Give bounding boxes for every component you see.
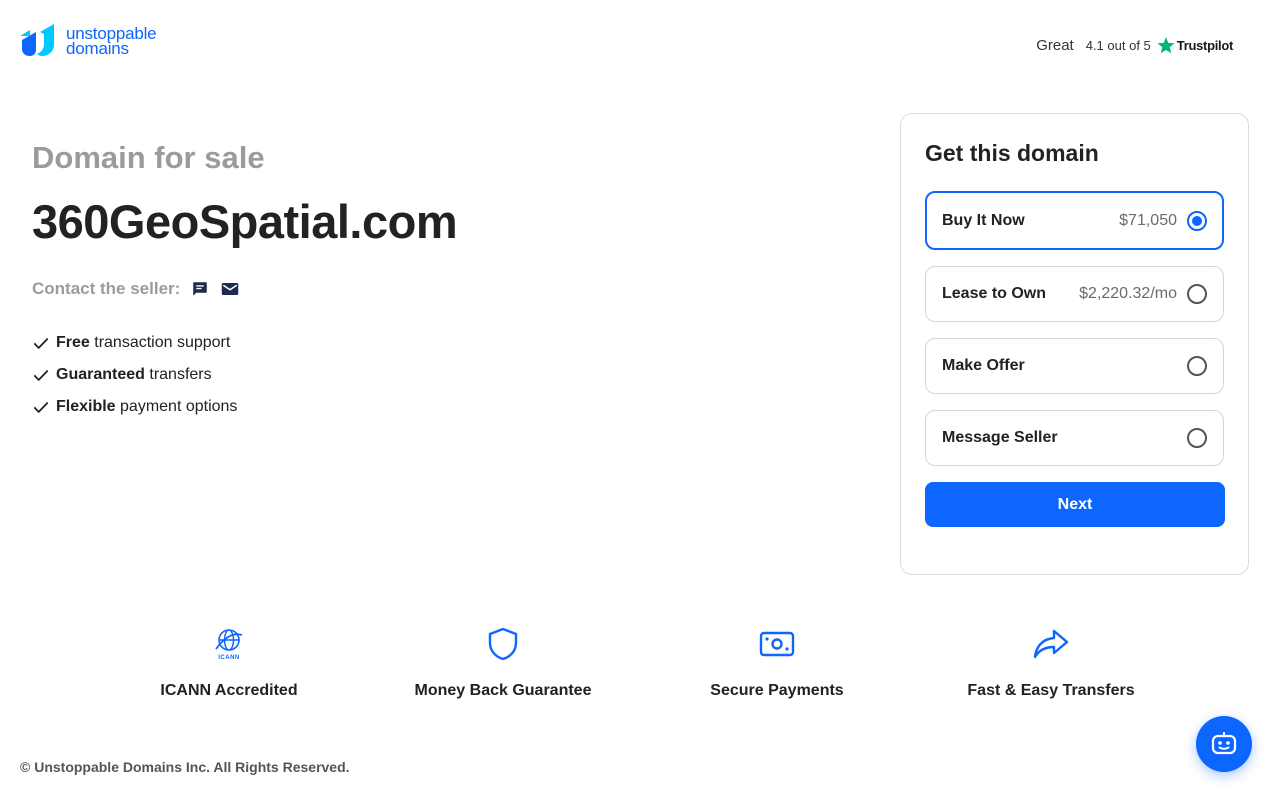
option-label: Message Seller [942, 429, 1058, 446]
chat-icon[interactable] [190, 279, 210, 299]
share-arrow-icon [1032, 624, 1070, 664]
badge-secure-payments: Secure Payments [640, 624, 914, 700]
trust-badges: ICANN ICANN Accredited Money Back Guaran… [92, 624, 1188, 700]
feature-item: Guaranteed transfers [32, 359, 457, 391]
card-title: Get this domain [925, 140, 1099, 166]
badge-label: Fast & Easy Transfers [967, 682, 1135, 699]
brand-logo[interactable]: unstoppable domains [20, 24, 157, 58]
badge-fast-transfers: Fast & Easy Transfers [914, 624, 1188, 700]
trustpilot-brand-label: Trustpilot [1176, 37, 1234, 53]
icann-icon-text: ICANN [218, 655, 240, 661]
unstoppable-domains-logo-icon [20, 24, 54, 56]
feature-text: payment options [115, 398, 238, 415]
badge-money-back: Money Back Guarantee [366, 624, 640, 700]
domain-title: 360GeoSpatial.com [32, 195, 458, 248]
feature-item: Free transaction support [32, 327, 457, 359]
contact-icons [190, 279, 240, 299]
option-label: Lease to Own [942, 285, 1047, 302]
option-make-offer[interactable]: Make Offer [925, 338, 1224, 394]
badge-label: Money Back Guarantee [414, 682, 592, 699]
trustpilot-widget[interactable]: Great 4.1 out of 5 Trustpilot [1036, 36, 1233, 54]
page-eyebrow: Domain for sale [32, 140, 265, 175]
feature-list: Free transaction support Guaranteed tran… [32, 327, 457, 423]
checkmark-icon [33, 337, 49, 350]
purchase-options: Buy It Now $71,050 Lease to Own $2,220.3… [925, 191, 1224, 466]
hero-section: Domain for sale 360GeoSpatial.com Contac… [32, 140, 458, 423]
icann-globe-icon: ICANN [212, 624, 246, 664]
shield-icon [487, 624, 519, 664]
trustpilot-brand: Trustpilot [1157, 36, 1233, 54]
radio-button[interactable] [1187, 356, 1207, 376]
feature-bold: Free [56, 334, 90, 351]
radio-button[interactable] [1187, 428, 1207, 448]
option-price: $2,220.32/mo [1079, 285, 1177, 302]
option-message-seller[interactable]: Message Seller [925, 410, 1224, 466]
feature-bold: Flexible [56, 398, 116, 415]
badge-icann: ICANN ICANN Accredited [92, 624, 366, 700]
badge-label: Secure Payments [710, 682, 844, 699]
checkmark-icon [33, 401, 49, 414]
trustpilot-rating-word: Great [1036, 36, 1074, 54]
feature-text: transaction support [89, 334, 231, 351]
contact-label: Contact the seller: [32, 279, 181, 298]
footer-copyright: © Unstoppable Domains Inc. All Rights Re… [20, 759, 350, 775]
feature-text: transfers [144, 366, 212, 383]
option-lease-to-own[interactable]: Lease to Own $2,220.32/mo [925, 266, 1224, 322]
purchase-card: Get this domain Buy It Now $71,050 Lease… [900, 113, 1249, 575]
mail-icon[interactable] [220, 279, 240, 299]
radio-button[interactable] [1187, 284, 1207, 304]
feature-item: Flexible payment options [32, 391, 457, 423]
contact-seller: Contact the seller: [32, 279, 457, 299]
radio-button[interactable] [1187, 210, 1207, 231]
robot-icon [1211, 732, 1237, 755]
option-label: Make Offer [942, 357, 1025, 374]
trustpilot-star-icon [1157, 37, 1175, 54]
next-button[interactable]: Next [925, 482, 1225, 527]
trustpilot-score: 4.1 out of 5 [1085, 37, 1151, 53]
option-label: Buy It Now [942, 211, 1025, 229]
cash-icon [759, 624, 795, 664]
option-price: $71,050 [1119, 211, 1177, 229]
checkmark-icon [33, 369, 49, 382]
chat-assistant-button[interactable] [1196, 716, 1252, 772]
brand-line-2: domains [66, 39, 129, 58]
option-buy-it-now[interactable]: Buy It Now $71,050 [925, 191, 1224, 250]
brand-wordmark: unstoppable domains [66, 25, 157, 58]
feature-bold: Guaranteed [56, 366, 145, 383]
badge-label: ICANN Accredited [160, 682, 298, 699]
